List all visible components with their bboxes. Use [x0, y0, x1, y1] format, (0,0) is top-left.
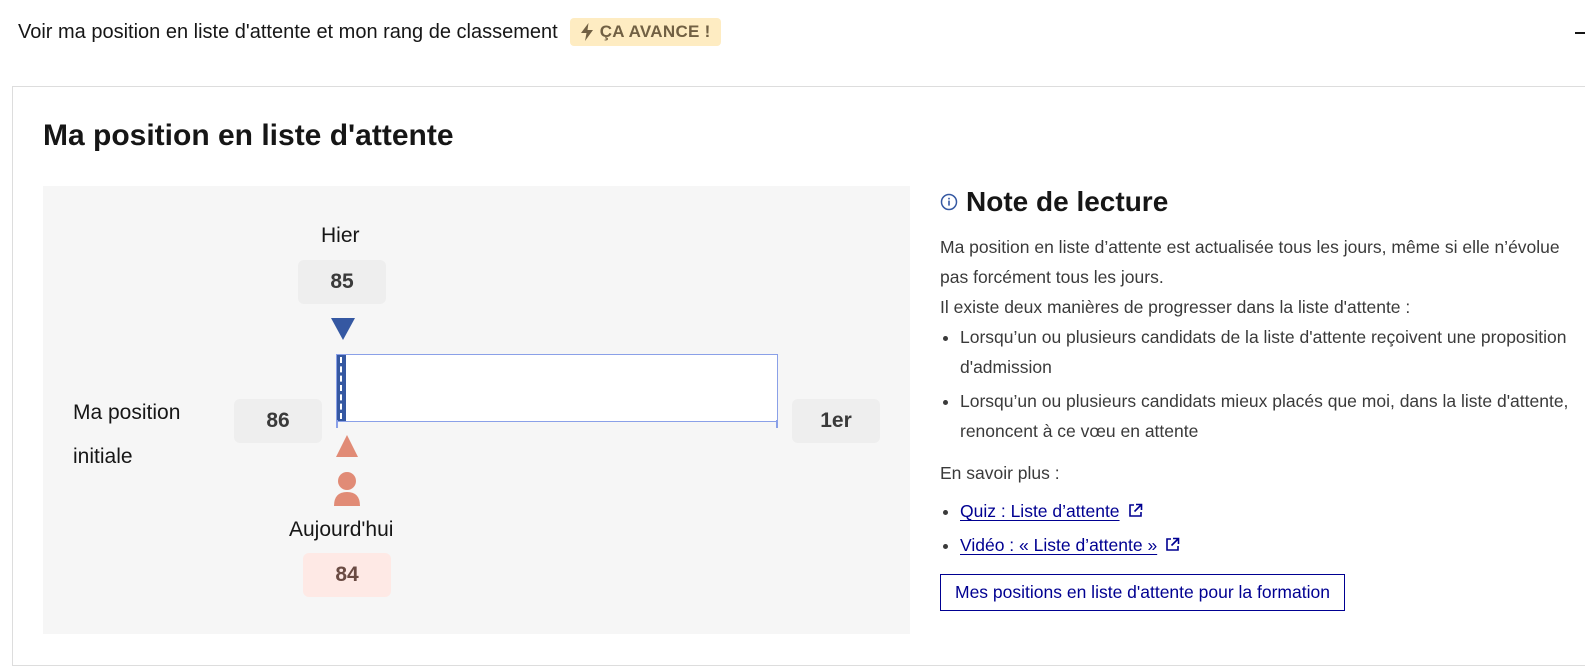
- learn-more-label: En savoir plus :: [940, 463, 1060, 483]
- links-list: Quiz : Liste d’attente Vidéo : « Liste d…: [960, 496, 1580, 560]
- person-icon: [334, 472, 360, 506]
- initial-position-value: 86: [234, 399, 322, 443]
- waitlist-panel: Ma position en liste d'attente Hier 85 M…: [12, 86, 1585, 666]
- yesterday-value: 85: [298, 260, 386, 304]
- lightning-icon: [580, 23, 593, 41]
- first-rank-value: 1er: [792, 399, 880, 443]
- status-badge-label: ÇA AVANCE !: [599, 22, 711, 41]
- yesterday-marker-icon: [331, 318, 355, 340]
- accordion-header[interactable]: Voir ma position en liste d'attente et m…: [0, 0, 1585, 64]
- quiz-link-label: Quiz : Liste d’attente: [960, 501, 1120, 521]
- formation-positions-button[interactable]: Mes positions en liste d'attente pour la…: [940, 574, 1345, 611]
- quiz-link[interactable]: Quiz : Liste d’attente: [960, 501, 1143, 521]
- progress-dash: [340, 357, 342, 419]
- accordion-title: Voir ma position en liste d'attente et m…: [18, 20, 558, 43]
- external-link-icon: [1166, 537, 1180, 551]
- initial-label-line1: Ma position: [73, 401, 181, 424]
- reading-note: Note de lecture Ma position en liste d’a…: [940, 186, 1580, 611]
- list-item: Lorsqu’un ou plusieurs candidats de la l…: [960, 322, 1580, 382]
- list-item: Lorsqu’un ou plusieurs candidats mieux p…: [960, 386, 1580, 446]
- today-value: 84: [303, 553, 391, 597]
- list-item: Quiz : Liste d’attente: [960, 496, 1580, 526]
- note-header: Note de lecture: [940, 186, 1580, 218]
- initial-position-label: Ma position initiale: [73, 391, 180, 479]
- note-paragraph-ways: Il existe deux manières de progresser da…: [940, 297, 1411, 317]
- note-title: Note de lecture: [966, 186, 1169, 217]
- reasons-list: Lorsqu’un ou plusieurs candidats de la l…: [960, 322, 1580, 446]
- progress-tick-end: [776, 420, 778, 428]
- video-link[interactable]: Vidéo : « Liste d’attente »: [960, 535, 1180, 555]
- external-link-icon: [1128, 503, 1142, 517]
- progress-bar: [336, 354, 778, 422]
- position-widget: Hier 85 Ma position initiale 86 1er Aujo…: [43, 186, 910, 634]
- status-badge: ÇA AVANCE !: [569, 18, 721, 46]
- list-item: Vidéo : « Liste d’attente »: [960, 530, 1580, 560]
- collapse-icon[interactable]: [1571, 22, 1585, 42]
- today-label: Aujourd'hui: [289, 518, 394, 541]
- video-link-label: Vidéo : « Liste d’attente »: [960, 535, 1158, 555]
- today-marker-icon: [336, 435, 358, 457]
- note-paragraph-update: Ma position en liste d’attente est actua…: [940, 237, 1560, 287]
- initial-label-line2: initiale: [73, 445, 133, 468]
- panel-title: Ma position en liste d'attente: [43, 119, 454, 152]
- info-icon: [940, 193, 958, 211]
- progress-tick-start: [336, 420, 338, 428]
- yesterday-label: Hier: [321, 224, 360, 247]
